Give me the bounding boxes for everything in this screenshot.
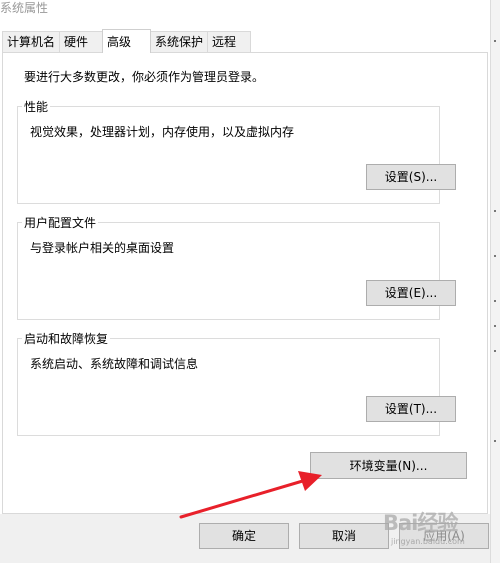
user-profiles-settings-button[interactable]: 设置(E)... (366, 280, 456, 306)
title-bar: 系统属性 (0, 0, 490, 26)
startup-recovery-settings-button[interactable]: 设置(T)... (366, 396, 456, 422)
tab-advanced[interactable]: 高级 (102, 29, 151, 53)
environment-variables-button[interactable]: 环境变量(N)... (310, 452, 467, 479)
window-title: 系统属性 (0, 1, 49, 15)
tab-computer-name[interactable]: 计算机名 (2, 31, 60, 52)
user-profiles-group-title: 用户配置文件 (22, 214, 99, 231)
tab-remote[interactable]: 远程 (207, 31, 251, 52)
startup-recovery-group: 启动和故障恢复 系统启动、系统故障和调试信息 设置(T)... (17, 330, 456, 436)
performance-description: 视觉效果，处理器计划，内存使用，以及虚拟内存 (30, 125, 295, 139)
user-profiles-group: 用户配置文件 与登录帐户相关的桌面设置 设置(E)... (17, 214, 456, 320)
apply-button[interactable]: 应用(A) (399, 523, 489, 549)
tab-system-protection[interactable]: 系统保护 (150, 31, 208, 52)
performance-group-title: 性能 (22, 98, 51, 115)
startup-recovery-description: 系统启动、系统故障和调试信息 (30, 357, 199, 371)
performance-group: 性能 视觉效果，处理器计划，内存使用，以及虚拟内存 设置(S)... (17, 98, 456, 204)
tab-hardware[interactable]: 硬件 (59, 31, 103, 52)
performance-settings-button[interactable]: 设置(S)... (366, 164, 456, 190)
ok-button[interactable]: 确定 (199, 523, 289, 549)
user-profiles-description: 与登录帐户相关的桌面设置 (30, 241, 175, 255)
background-window-edge (490, 0, 500, 563)
admin-note: 要进行大多数更改，你必须作为管理员登录。 (24, 70, 265, 84)
cancel-button[interactable]: 取消 (299, 523, 389, 549)
dialog-footer: 确定 取消 应用(A) (0, 514, 490, 563)
startup-recovery-group-title: 启动和故障恢复 (22, 330, 111, 347)
